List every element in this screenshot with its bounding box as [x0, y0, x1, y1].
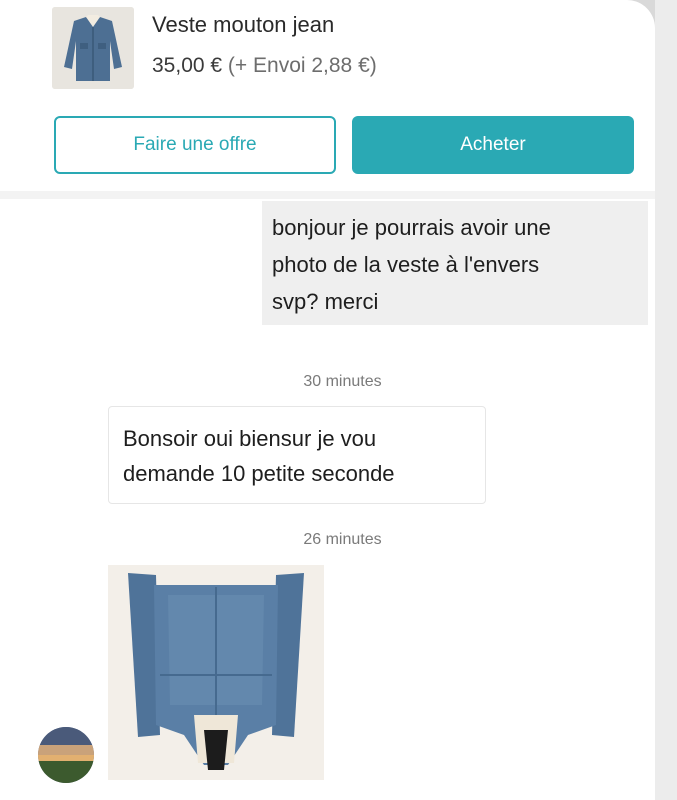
product-title[interactable]: Veste mouton jean	[152, 12, 334, 38]
incoming-message: Bonsoir oui biensur je vou demande 10 pe…	[108, 406, 486, 504]
message-line: svp? merci	[272, 289, 379, 314]
product-thumbnail[interactable]	[52, 7, 134, 89]
make-offer-button[interactable]: Faire une offre	[54, 116, 336, 174]
sunset-avatar	[38, 727, 94, 783]
jacket-back-photo-icon	[108, 565, 324, 780]
chat-screen: Veste mouton jean 35,00 € (+ Envoi 2,88 …	[0, 0, 655, 800]
message-line: Bonsoir oui biensur je vou	[123, 426, 377, 451]
jacket-back-photo[interactable]	[108, 565, 324, 780]
outgoing-message: bonjour je pourrais avoir une photo de l…	[262, 201, 648, 325]
message-line: demande 10 petite seconde	[123, 461, 395, 486]
screen-edge	[655, 0, 677, 800]
buy-button[interactable]: Acheter	[352, 116, 634, 174]
price-value: 35,00 €	[152, 54, 223, 77]
message-timestamp: 30 minutes	[303, 373, 382, 390]
avatar[interactable]	[38, 727, 94, 783]
header-divider	[0, 191, 655, 199]
message-timestamp: 26 minutes	[303, 531, 382, 548]
shipping-cost: (+ Envoi 2,88 €)	[222, 54, 377, 77]
denim-jacket-image	[52, 7, 134, 89]
product-price: 35,00 € (+ Envoi 2,88 €)	[152, 54, 377, 78]
message-line: photo de la veste à l'envers	[272, 252, 540, 277]
message-line: bonjour je pourrais avoir une	[272, 215, 551, 240]
